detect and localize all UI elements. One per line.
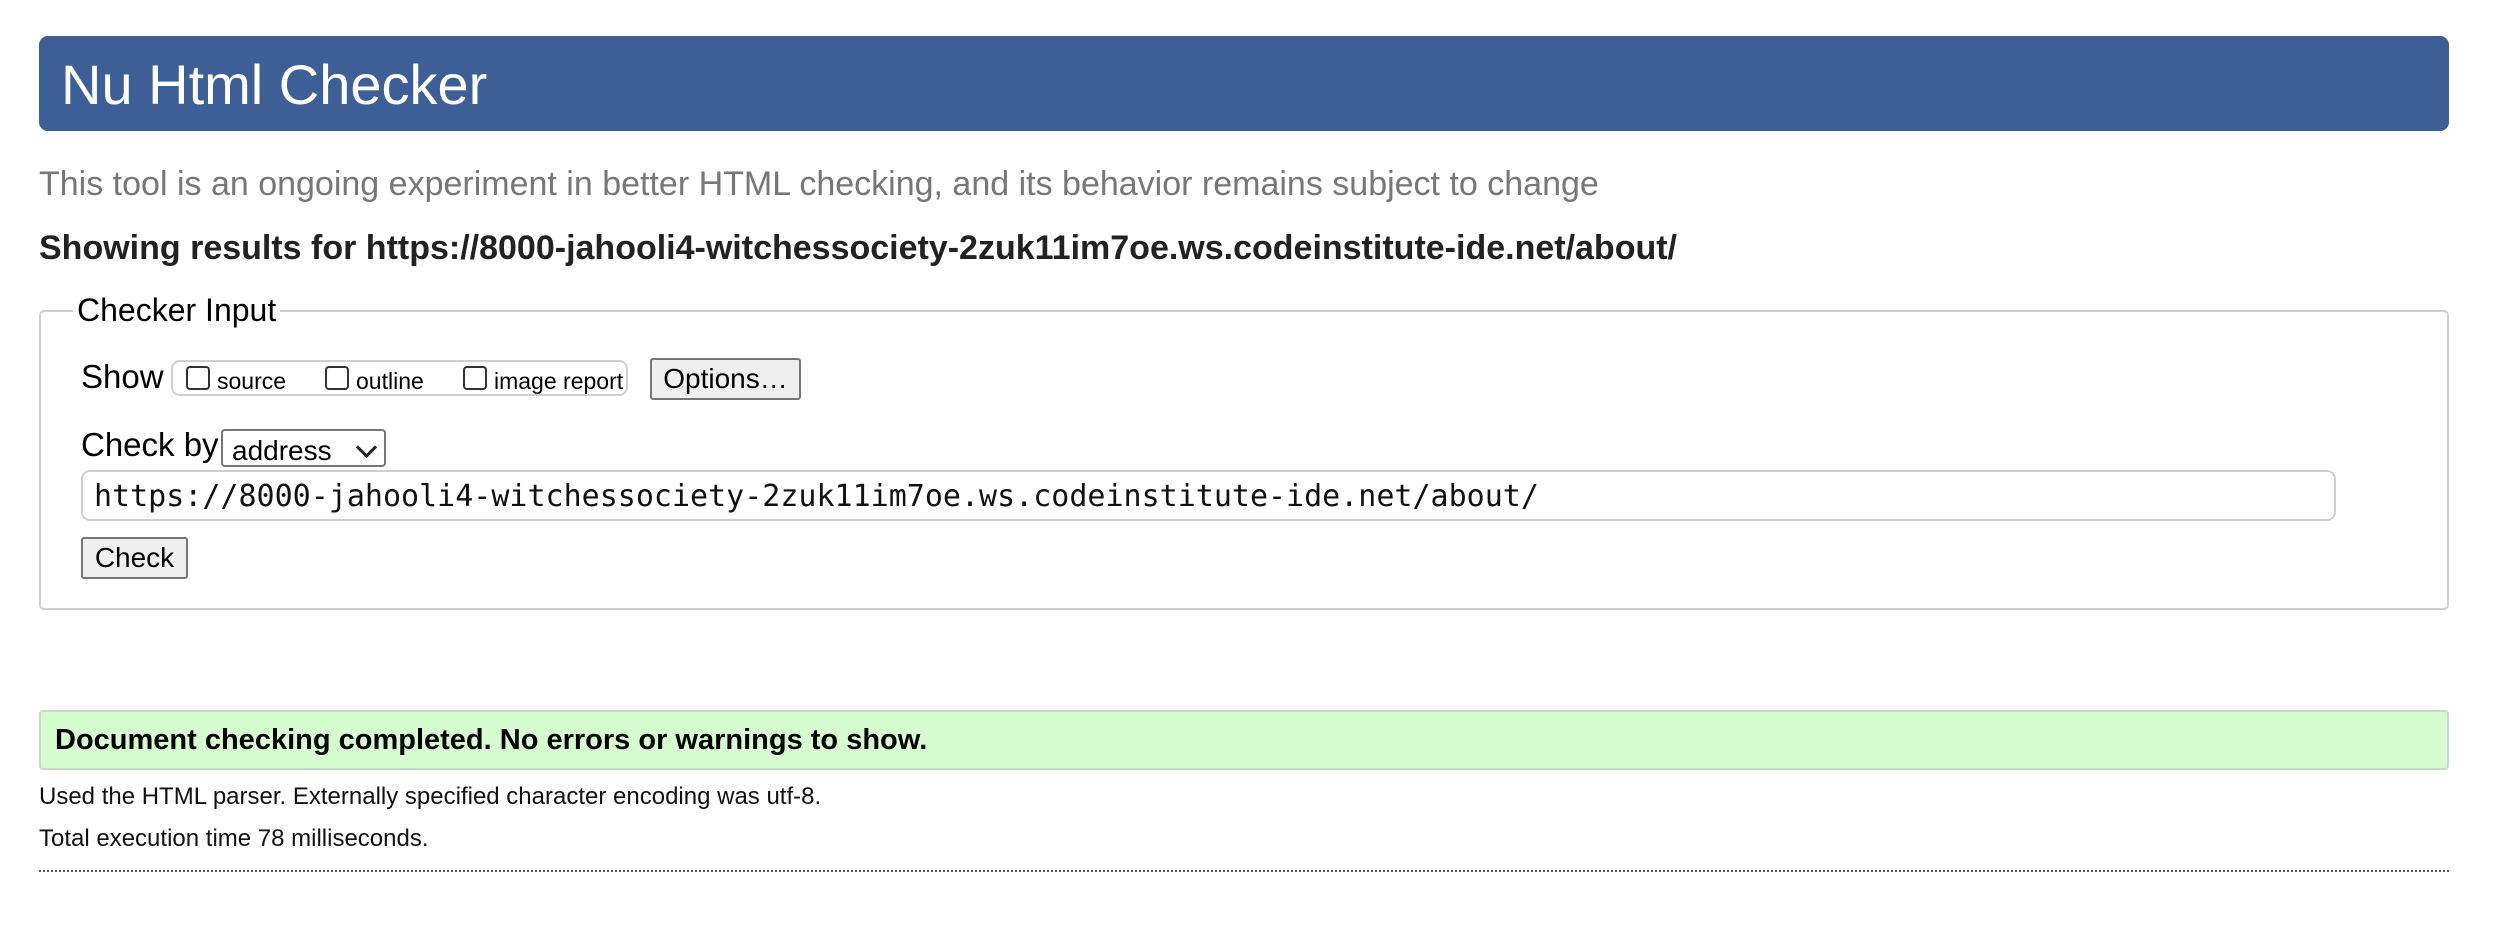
checker-input-fieldset: Checker Input xyxy=(39,292,2449,610)
page-title: Nu Html Checker xyxy=(61,53,488,116)
parser-info: Used the HTML parser. Externally specifi… xyxy=(39,783,822,810)
check-by-selected-value: address xyxy=(232,435,332,466)
success-message: Document checking completed. No errors o… xyxy=(55,724,928,756)
chevron-down-icon xyxy=(355,436,378,459)
url-input[interactable]: https://8000-jahooli4-witchessociety-2zu… xyxy=(81,470,2336,521)
show-label: Show xyxy=(81,358,164,395)
image-report-checkbox[interactable] xyxy=(463,366,487,390)
url-input-value: https://8000-jahooli4-witchessociety-2zu… xyxy=(94,479,1539,514)
show-options-group: source outline image report xyxy=(171,360,628,396)
page: Nu Html Checker This tool is an ongoing … xyxy=(0,0,2504,940)
results-heading: Showing results for https://8000-jahooli… xyxy=(39,229,1677,267)
tool-description: This tool is an ongoing experiment in be… xyxy=(39,165,1599,203)
check-button[interactable]: Check xyxy=(81,537,188,579)
header-banner: Nu Html Checker xyxy=(39,36,2449,131)
outline-checkbox-label[interactable]: outline xyxy=(356,368,424,396)
checker-input-legend: Checker Input xyxy=(77,292,277,328)
options-button[interactable]: Options… xyxy=(650,358,801,400)
source-checkbox-label[interactable]: source xyxy=(217,368,286,396)
execution-time-info: Total execution time 78 milliseconds. xyxy=(39,825,429,852)
check-by-label: Check by xyxy=(81,426,219,463)
dotted-divider xyxy=(39,870,2449,872)
outline-checkbox[interactable] xyxy=(325,366,349,390)
check-by-select[interactable]: address xyxy=(221,429,386,467)
success-message-box: Document checking completed. No errors o… xyxy=(39,710,2449,770)
image-report-checkbox-label[interactable]: image report xyxy=(494,368,623,396)
source-checkbox[interactable] xyxy=(186,366,210,390)
